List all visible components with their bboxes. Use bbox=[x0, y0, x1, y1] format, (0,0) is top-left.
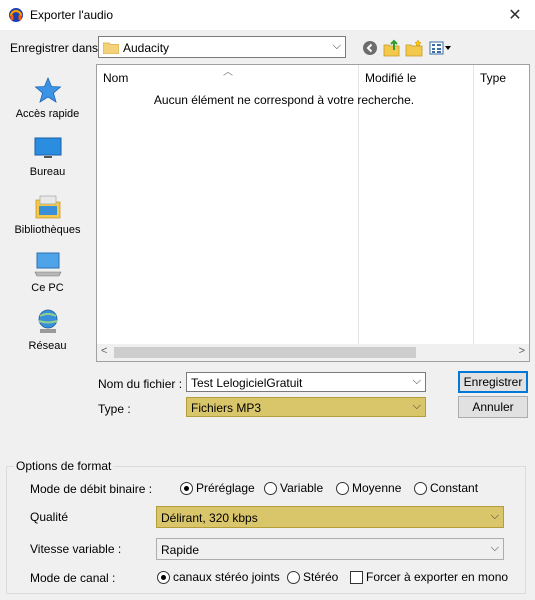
checkbox-icon bbox=[350, 570, 363, 584]
up-folder-button[interactable] bbox=[382, 38, 402, 58]
new-folder-button[interactable] bbox=[404, 38, 424, 58]
back-button[interactable] bbox=[360, 38, 380, 58]
save-button[interactable]: Enregistrer bbox=[458, 371, 528, 393]
radio-selected-icon bbox=[157, 570, 170, 584]
up-folder-icon bbox=[383, 39, 400, 57]
places-bar: Accès rapide Bureau Bibliothèques Ce PC … bbox=[0, 64, 95, 436]
place-label: Accès rapide bbox=[15, 108, 80, 120]
radio-selected-icon bbox=[180, 481, 193, 495]
save-in-value: Audacity bbox=[123, 41, 170, 55]
channel-mode-label: Mode de canal : bbox=[30, 571, 116, 585]
radio-variable[interactable]: Variable bbox=[264, 481, 323, 495]
chevron-down-icon[interactable]: ⌵ bbox=[413, 375, 421, 388]
radio-icon bbox=[264, 481, 277, 495]
place-label: Réseau bbox=[28, 340, 67, 352]
column-separator bbox=[473, 65, 474, 347]
filename-input[interactable]: Test LelogicielGratuit ⌵ bbox=[186, 372, 426, 392]
folder-icon bbox=[103, 42, 119, 54]
window-title: Exporter l'audio bbox=[30, 8, 114, 22]
title-bar: Exporter l'audio ✕ bbox=[0, 0, 535, 30]
desktop-icon bbox=[34, 137, 62, 158]
radio-icon bbox=[414, 481, 427, 495]
place-label: Ce PC bbox=[31, 282, 64, 294]
chevron-down-icon: ⌵ bbox=[490, 510, 499, 522]
save-in-row: Enregistrer dans : Audacity ⌵ bbox=[0, 30, 535, 64]
variable-speed-label: Vitesse variable : bbox=[30, 542, 122, 556]
place-this-pc[interactable]: Ce PC bbox=[0, 244, 95, 300]
view-menu-button[interactable] bbox=[428, 38, 454, 58]
type-label: Type : bbox=[98, 402, 131, 416]
column-header-modified[interactable]: Modifié le bbox=[359, 65, 473, 89]
column-header-type[interactable]: Type bbox=[474, 65, 529, 89]
place-network[interactable]: Réseau bbox=[0, 302, 95, 358]
chevron-down-icon: ⌵ bbox=[332, 40, 341, 52]
chevron-down-icon: ⌵ bbox=[490, 542, 499, 554]
place-label: Bureau bbox=[29, 166, 66, 178]
close-button[interactable]: ✕ bbox=[495, 0, 535, 30]
place-quick-access[interactable]: Accès rapide bbox=[0, 70, 95, 126]
radio-icon bbox=[287, 570, 300, 584]
empty-message: Aucun élément ne correspond à votre rech… bbox=[153, 93, 415, 107]
filename-label: Nom du fichier : bbox=[98, 377, 183, 391]
place-desktop[interactable]: Bureau bbox=[0, 128, 95, 184]
radio-preset[interactable]: Préréglage bbox=[180, 481, 255, 495]
libraries-icon bbox=[35, 195, 61, 219]
radio-constant[interactable]: Constant bbox=[414, 481, 478, 495]
column-header-name[interactable]: Nom bbox=[97, 65, 359, 89]
radio-icon bbox=[336, 481, 349, 495]
horizontal-scrollbar[interactable]: < > bbox=[97, 344, 529, 361]
place-libraries[interactable]: Bibliothèques bbox=[0, 186, 95, 242]
radio-stereo[interactable]: Stéréo bbox=[287, 570, 338, 584]
cancel-button[interactable]: Annuler bbox=[458, 396, 528, 418]
column-separator bbox=[358, 65, 359, 347]
computer-icon bbox=[34, 252, 62, 277]
scroll-right-icon[interactable]: > bbox=[519, 345, 525, 357]
quality-label: Qualité bbox=[30, 510, 69, 524]
close-icon: ✕ bbox=[508, 7, 522, 24]
back-arrow-icon bbox=[363, 41, 377, 55]
file-list[interactable]: ︿ Nom Modifié le Type Aucun élément ne c… bbox=[96, 64, 530, 362]
bitrate-mode-label: Mode de débit binaire : bbox=[30, 482, 153, 496]
place-label: Bibliothèques bbox=[14, 224, 81, 236]
scroll-left-icon[interactable]: < bbox=[101, 345, 107, 357]
audacity-logo-icon bbox=[9, 8, 23, 22]
save-in-label: Enregistrer dans : bbox=[10, 41, 105, 55]
chevron-down-icon: ⌵ bbox=[412, 400, 421, 412]
save-in-combobox[interactable]: Audacity ⌵ bbox=[98, 36, 346, 58]
force-mono-checkbox[interactable]: Forcer à exporter en mono bbox=[350, 570, 508, 584]
format-options-title: Options de format bbox=[14, 459, 114, 473]
new-folder-icon bbox=[405, 39, 423, 57]
view-menu-icon bbox=[429, 41, 451, 55]
file-type-select[interactable]: Fichiers MP3 ⌵ bbox=[186, 397, 426, 417]
star-icon bbox=[34, 76, 62, 103]
variable-speed-select[interactable]: Rapide ⌵ bbox=[156, 538, 504, 560]
radio-joint-stereo[interactable]: canaux stéréo joints bbox=[157, 570, 280, 584]
radio-average[interactable]: Moyenne bbox=[336, 481, 401, 495]
network-icon bbox=[38, 309, 58, 333]
quality-select[interactable]: Délirant, 320 kbps ⌵ bbox=[156, 506, 504, 528]
scroll-thumb[interactable] bbox=[114, 347, 416, 358]
